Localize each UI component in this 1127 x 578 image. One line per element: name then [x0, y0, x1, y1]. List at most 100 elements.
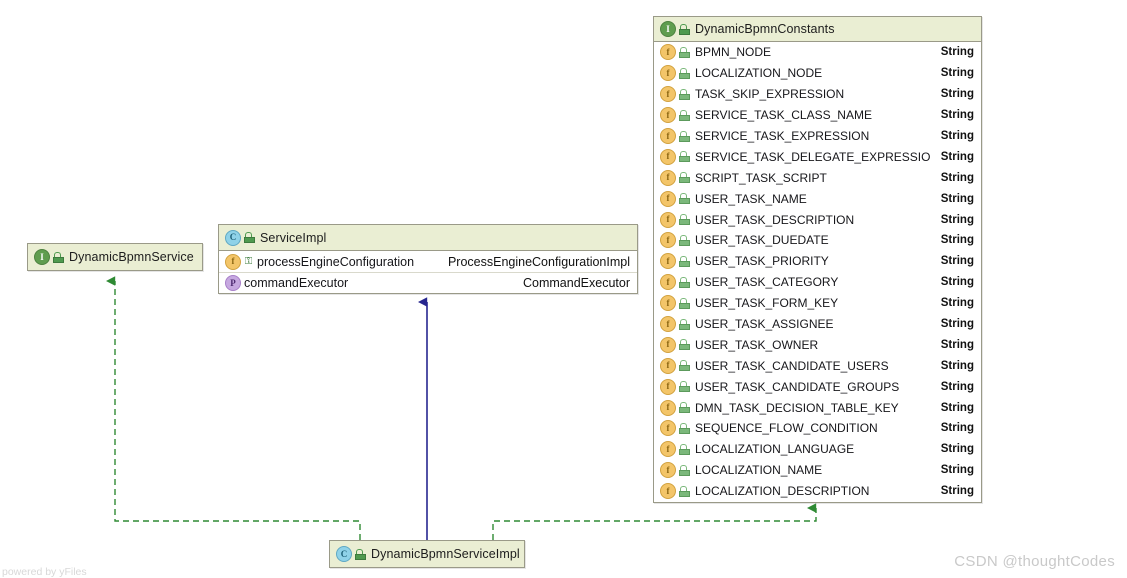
lock-public-icon — [679, 214, 690, 226]
field-icon: f — [660, 211, 676, 228]
edge-realization-service — [105, 276, 361, 540]
node-header: C ServiceImpl — [219, 225, 637, 251]
field-icon: f — [660, 462, 676, 479]
field-row[interactable]: f DMN_TASK_DECISION_TABLE_KEY String — [654, 397, 981, 418]
field-icon: f — [660, 232, 676, 249]
field-name: USER_TASK_CANDIDATE_USERS — [695, 358, 889, 373]
field-row[interactable]: f SERVICE_TASK_EXPRESSION String — [654, 126, 981, 147]
field-icon: f — [660, 274, 676, 291]
field-name: DMN_TASK_DECISION_TABLE_KEY — [695, 400, 899, 415]
field-row[interactable]: f USER_TASK_CANDIDATE_GROUPS String — [654, 376, 981, 397]
field-icon: f — [660, 295, 676, 312]
field-icon: f — [660, 357, 676, 374]
interface-icon: I — [34, 249, 50, 265]
member-type: ProcessEngineConfigurationImpl — [447, 254, 630, 269]
field-row[interactable]: f USER_TASK_CATEGORY String — [654, 272, 981, 293]
field-name: SERVICE_TASK_EXPRESSION — [695, 129, 870, 143]
node-header: C DynamicBpmnServiceImpl — [330, 541, 524, 567]
field-icon: f — [660, 316, 676, 333]
lock-public-icon — [679, 381, 690, 393]
field-type: String — [940, 130, 974, 142]
field-type: String — [940, 401, 974, 414]
field-icon: f — [660, 253, 676, 270]
field-row[interactable]: f USER_TASK_CANDIDATE_USERS String — [654, 355, 981, 376]
lock-public-icon — [679, 88, 690, 100]
lock-public-icon — [679, 402, 690, 414]
field-row[interactable]: f SERVICE_TASK_DELEGATE_EXPRESSION String — [654, 146, 981, 167]
field-name: USER_TASK_NAME — [695, 191, 807, 206]
field-name: USER_TASK_DESCRIPTION — [695, 212, 855, 227]
node-dynamic-bpmn-constants[interactable]: I DynamicBpmnConstants f BPMN_NODE String f… — [653, 16, 982, 503]
field-row[interactable]: f SEQUENCE_FLOW_CONDITION String — [654, 418, 981, 439]
node-dynamic-bpmn-service-impl[interactable]: C DynamicBpmnServiceImpl — [329, 540, 525, 568]
field-icon: f — [660, 107, 676, 124]
node-header: I DynamicBpmnService — [28, 244, 202, 270]
field-row[interactable]: f USER_TASK_DESCRIPTION String — [654, 209, 981, 230]
field-icon: f — [660, 169, 676, 186]
edge-realization-constants — [492, 503, 817, 540]
lock-public-icon — [679, 109, 690, 121]
node-header: I DynamicBpmnConstants — [654, 17, 981, 42]
field-row[interactable]: f LOCALIZATION_NODE String — [654, 63, 981, 84]
field-type: String — [940, 255, 974, 268]
field-row[interactable]: f USER_TASK_FORM_KEY String — [654, 293, 981, 314]
field-type: String — [940, 443, 974, 456]
field-name: SERVICE_TASK_CLASS_NAME — [695, 108, 872, 123]
field-name: SERVICE_TASK_DELEGATE_EXPRESSION — [695, 149, 931, 164]
field-row[interactable]: f USER_TASK_ASSIGNEE String — [654, 314, 981, 335]
field-name: USER_TASK_CATEGORY — [695, 275, 839, 290]
field-name: LOCALIZATION_NAME — [695, 463, 823, 478]
member-row[interactable]: P commandExecutor CommandExecutor — [219, 272, 637, 293]
field-row[interactable]: f SCRIPT_TASK_SCRIPT String — [654, 167, 981, 188]
node-title: ServiceImpl — [260, 230, 327, 245]
lock-public-icon — [679, 360, 690, 372]
lock-public-icon — [679, 464, 690, 476]
class-icon: C — [225, 229, 241, 246]
field-row[interactable]: f USER_TASK_DUEDATE String — [654, 230, 981, 251]
node-dynamic-bpmn-service[interactable]: I DynamicBpmnService — [27, 243, 203, 271]
field-name: USER_TASK_CANDIDATE_GROUPS — [695, 379, 900, 394]
field-name: SEQUENCE_FLOW_CONDITION — [695, 421, 878, 436]
node-service-impl[interactable]: C ServiceImpl f ⚿ processEngineConfigura… — [218, 224, 638, 294]
field-name: LOCALIZATION_NODE — [695, 66, 823, 81]
field-type: String — [940, 213, 974, 226]
field-type: String — [940, 338, 974, 351]
field-name: USER_TASK_PRIORITY — [695, 254, 829, 269]
member-row[interactable]: f ⚿ processEngineConfiguration ProcessEn… — [219, 251, 637, 272]
field-icon: f — [660, 86, 676, 103]
field-row[interactable]: f SERVICE_TASK_CLASS_NAME String — [654, 105, 981, 126]
lock-public-icon — [679, 23, 690, 35]
field-row[interactable]: f USER_TASK_OWNER String — [654, 334, 981, 355]
field-type: String — [940, 109, 974, 122]
lock-public-icon — [679, 193, 690, 205]
field-row[interactable]: f BPMN_NODE String — [654, 42, 981, 63]
lock-public-icon — [53, 251, 64, 263]
field-name: USER_TASK_ASSIGNEE — [695, 317, 834, 332]
lock-public-icon — [679, 172, 690, 184]
field-list: f BPMN_NODE String f LOCALIZATION_NODE String… — [654, 42, 981, 502]
field-row[interactable]: f LOCALIZATION_DESCRIPTION String — [654, 481, 981, 502]
member-name: processEngineConfiguration — [257, 254, 415, 269]
field-type: String — [940, 318, 974, 331]
field-type: String — [940, 67, 974, 80]
field-icon: f — [660, 483, 676, 500]
lock-public-icon — [679, 151, 690, 163]
field-name: LOCALIZATION_DESCRIPTION — [695, 484, 870, 499]
field-type: String — [940, 276, 974, 289]
node-title: DynamicBpmnConstants — [695, 22, 835, 36]
field-row[interactable]: f USER_TASK_NAME String — [654, 188, 981, 209]
field-row[interactable]: f USER_TASK_PRIORITY String — [654, 251, 981, 272]
lock-public-icon — [679, 46, 690, 58]
field-icon: f — [660, 44, 676, 61]
field-row[interactable]: f LOCALIZATION_LANGUAGE String — [654, 439, 981, 460]
field-row[interactable]: f TASK_SKIP_EXPRESSION String — [654, 84, 981, 105]
field-icon: f — [660, 336, 676, 353]
field-row[interactable]: f LOCALIZATION_NAME String — [654, 460, 981, 481]
lock-public-icon — [679, 443, 690, 455]
field-type: String — [940, 171, 974, 184]
member-name: commandExecutor — [244, 276, 349, 290]
watermark: CSDN @thoughtCodes — [954, 553, 1115, 570]
lock-public-icon — [679, 485, 690, 497]
field-name: USER_TASK_OWNER — [695, 337, 819, 352]
field-name: BPMN_NODE — [695, 45, 772, 60]
